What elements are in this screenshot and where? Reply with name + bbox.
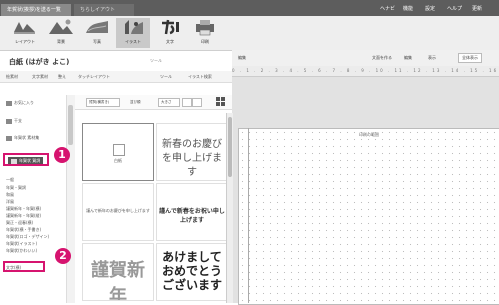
menu-settings[interactable]: 設定 bbox=[425, 4, 435, 14]
tab-main[interactable]: 年賀状(挨拶)を送る一覧 bbox=[1, 4, 71, 16]
blank-icon bbox=[113, 144, 125, 156]
section-hint-1: ツール bbox=[150, 58, 162, 63]
illustration-icon bbox=[125, 20, 143, 34]
photo-icon bbox=[86, 21, 108, 33]
thumbnail-grid: 白紙 新春のお慶びを申し上げます 謹んで新年のお慶びを申し上げます 謹んで新春を… bbox=[76, 115, 232, 303]
thumbnail-toolbar: 賀詞(横書き) 並び順 大きさ bbox=[74, 95, 232, 110]
menu-update[interactable]: 更新 bbox=[472, 4, 482, 14]
illustration-button[interactable]: イラスト bbox=[116, 18, 150, 48]
tree-item[interactable]: 謹賀新年・年賀(縦) bbox=[6, 213, 41, 219]
tree-item[interactable]: 和風 bbox=[6, 192, 14, 198]
print-label: 印刷 bbox=[201, 39, 209, 44]
editor-header: 編集 文面を作る 編集 表示 全体表示 bbox=[232, 50, 499, 67]
tree-item-favorites[interactable]: お気に入り bbox=[6, 100, 34, 106]
folder-icon bbox=[6, 100, 12, 106]
subbar-item-tool[interactable]: ツール bbox=[160, 71, 172, 82]
postcard-paper[interactable]: 印刷の範囲 bbox=[238, 128, 499, 305]
canvas-guide-line bbox=[248, 128, 249, 303]
text-button[interactable]: 文字 bbox=[153, 18, 187, 48]
photo-label: 写真 bbox=[93, 39, 101, 44]
tree-item-eto[interactable]: 干支 bbox=[6, 118, 22, 124]
thumbnail-kashi-5[interactable]: あけましておめでとうございます bbox=[156, 243, 228, 301]
folder-icon bbox=[6, 118, 12, 124]
category-select[interactable]: 賀詞(横書き) bbox=[86, 98, 120, 107]
subbar-item-material[interactable]: 絵素材 bbox=[6, 71, 18, 82]
grid-view-icon[interactable] bbox=[216, 97, 225, 106]
editor-menu-create[interactable]: 文面を作る bbox=[372, 50, 392, 66]
tree-item[interactable]: 洋風 bbox=[6, 199, 14, 205]
tree-scroll-thumb[interactable] bbox=[68, 105, 73, 145]
tree-item[interactable]: 賀正・迎春(横) bbox=[6, 220, 33, 226]
thumbnail-kashi-4[interactable]: 謹賀新年 bbox=[82, 243, 154, 301]
sub-toolbar: 絵素材 文字素材 整え タッチレイアウト ツール イラスト検索 bbox=[0, 71, 232, 83]
layout-button[interactable]: レイアウト bbox=[8, 18, 42, 48]
photo-button[interactable]: 写真 bbox=[80, 18, 114, 48]
highlight-box-2 bbox=[3, 261, 45, 272]
grid-scroll-thumb[interactable] bbox=[228, 117, 232, 177]
tree-scrollbar[interactable] bbox=[66, 95, 75, 303]
background-icon bbox=[49, 19, 73, 34]
subbar-item-search[interactable]: イラスト検索 bbox=[188, 71, 212, 82]
background-button[interactable]: 背景 bbox=[44, 18, 78, 48]
tree-item-nengajo-material[interactable]: 年賀状 素材集 bbox=[6, 135, 39, 141]
subbar-item-text[interactable]: 文字素材 bbox=[32, 71, 48, 82]
thumbnail-kashi-3[interactable]: 謹んで新春をお祝い申し上げます bbox=[156, 183, 228, 241]
tree-item[interactable]: 年賀状(横・手書き) bbox=[6, 227, 41, 233]
tree-item[interactable]: 年賀状(イラスト) bbox=[6, 241, 37, 247]
tree-item[interactable]: 謹賀新年・年賀(横) bbox=[6, 206, 41, 212]
print-icon bbox=[196, 20, 214, 36]
menu-functions[interactable]: 機能 bbox=[403, 4, 413, 14]
illustration-label: イラスト bbox=[125, 39, 141, 44]
editor-menu-edit[interactable]: 編集 bbox=[404, 50, 412, 66]
thumbnail-kashi-2[interactable]: 謹んで新年のお慶びを申し上げます bbox=[82, 183, 154, 241]
layout-icon bbox=[14, 22, 35, 34]
text-label: 文字 bbox=[166, 39, 174, 44]
prev-button[interactable] bbox=[182, 98, 192, 107]
menu-navi[interactable]: ヘナビ bbox=[380, 4, 395, 14]
layout-label: レイアウト bbox=[15, 39, 35, 44]
step-marker-1: 1 bbox=[54, 147, 70, 163]
menu-help[interactable]: ヘルプ bbox=[447, 4, 462, 14]
subbar-item-layout[interactable]: タッチレイアウト bbox=[78, 71, 110, 82]
tree-item[interactable]: 一般 bbox=[6, 177, 14, 183]
text-icon bbox=[162, 19, 179, 35]
print-button[interactable]: 印刷 bbox=[188, 18, 222, 48]
folder-icon bbox=[6, 135, 12, 141]
zoom-select[interactable]: 全体表示 bbox=[458, 53, 482, 63]
editor-menu-view[interactable]: 表示 bbox=[428, 50, 436, 66]
background-label: 背景 bbox=[57, 39, 65, 44]
thumbnail-blank[interactable]: 白紙 bbox=[82, 123, 154, 181]
grid-scrollbar[interactable] bbox=[226, 113, 233, 303]
tab-second[interactable]: ちらしイアウト bbox=[74, 4, 134, 16]
step-marker-2: 2 bbox=[55, 248, 71, 264]
editor-header-title: 編集 bbox=[238, 55, 246, 60]
subbar-item-arrange[interactable]: 整え bbox=[58, 71, 66, 82]
highlight-box-1 bbox=[3, 153, 49, 166]
horizontal-ruler: 0 . 1 . 2 . 3 . 4 . 5 . 6 . 7 . 8 . 9 . … bbox=[232, 66, 499, 77]
print-area-label: 印刷の範囲 bbox=[359, 132, 379, 137]
next-button[interactable] bbox=[192, 98, 202, 107]
section-title: 白紙 (はがき よこ) bbox=[9, 58, 70, 66]
size-select[interactable]: 大きさ bbox=[158, 98, 180, 107]
tree-item[interactable]: 年賀・賀詞 bbox=[6, 185, 26, 191]
sort-label: 並び順 bbox=[130, 100, 141, 104]
tree-item[interactable]: 年賀状(かわいい) bbox=[6, 248, 37, 254]
tree-item[interactable]: 年賀状(ロゴ・デザイン) bbox=[6, 234, 49, 240]
thumbnail-kashi-1[interactable]: 新春のお慶びを申し上げます bbox=[156, 123, 228, 181]
category-tree: お気に入り 干支 年賀状 素材集 年賀状 賀詞 一般 年賀・賀詞 和風 洋風 謹… bbox=[0, 95, 75, 303]
